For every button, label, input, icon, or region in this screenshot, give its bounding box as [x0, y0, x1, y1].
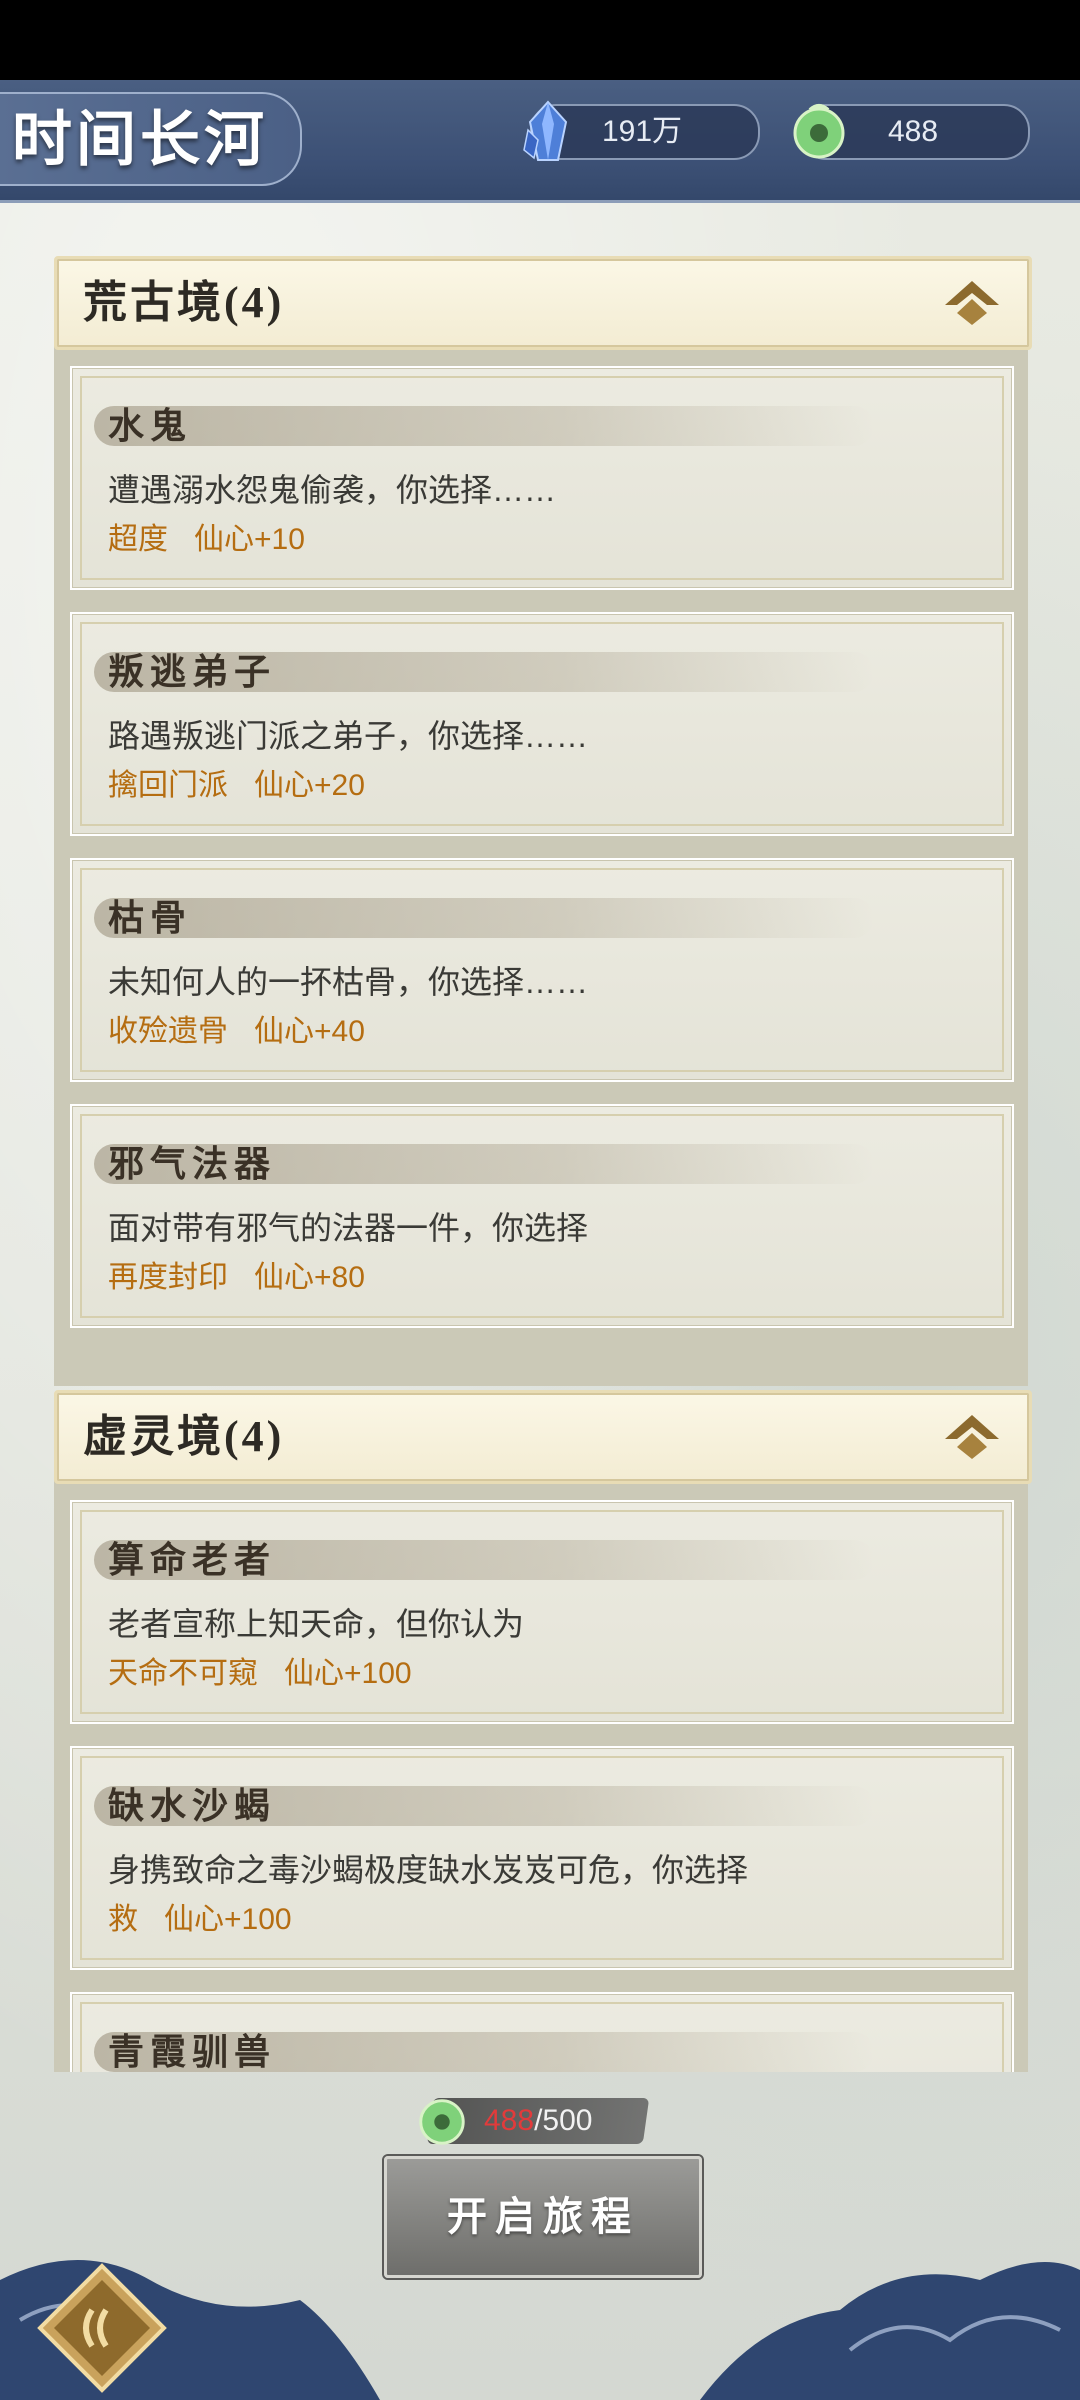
event-card[interactable]: 缺水沙蝎 身携致命之毒沙蝎极度缺水岌岌可危，你选择 救仙心+100: [70, 1746, 1014, 1970]
event-reward-value: 仙心+80: [254, 1261, 365, 1294]
event-action: 超度: [108, 523, 168, 556]
event-reward-value: 仙心+20: [254, 769, 365, 802]
page-title: 时间长河: [12, 107, 268, 173]
event-title: 叛逃弟子: [108, 652, 277, 692]
section-header[interactable]: 荒古境(4): [54, 256, 1032, 350]
event-description: 面对带有邪气的法器一件，你选择: [108, 1210, 589, 1246]
progress-current: 488: [484, 2104, 535, 2137]
jade-resource[interactable]: 488: [793, 104, 1030, 160]
section-header[interactable]: 虚灵境(4): [54, 1390, 1032, 1484]
event-action: 救: [108, 1903, 138, 1936]
event-action: 擒回门派: [108, 769, 228, 802]
crystal-amount: 191万: [602, 115, 683, 148]
event-description: 未知何人的一抔枯骨，你选择……: [108, 964, 589, 1000]
jade-coin-icon: [793, 104, 845, 159]
event-action: 再度封印: [108, 1261, 228, 1294]
jade-amount: 488: [888, 115, 939, 148]
event-reward: 擒回门派 仙心+20: [108, 764, 391, 808]
event-card[interactable]: 邪气法器 面对带有邪气的法器一件，你选择 再度封印 仙心+80: [70, 1104, 1014, 1328]
event-description: 遭遇溺水怨鬼偷袭，你选择……: [108, 472, 557, 508]
event-reward: 天命不可窥 仙心+100: [108, 1652, 438, 1696]
event-reward-value: 仙心+100: [284, 1657, 412, 1690]
event-card[interactable]: 枯骨 未知何人的一抔枯骨，你选择…… 收殓遗骨 仙心+40: [70, 858, 1014, 1082]
event-title: 枯骨: [108, 898, 193, 938]
event-title: 青霞驯兽: [108, 2032, 277, 2072]
event-description: 老者宣称上知天命，但你认为: [108, 1606, 525, 1642]
section-panel: [54, 1396, 1028, 2072]
event-reward: 收殓遗骨 仙心+40: [108, 1010, 391, 1054]
crystal-icon: [523, 100, 568, 161]
event-action: 天命不可窥: [108, 1657, 258, 1690]
event-reward-value: 仙心+100: [164, 1903, 292, 1936]
event-title: 水鬼: [108, 406, 193, 446]
event-card[interactable]: 水鬼 遭遇溺水怨鬼偷袭，你选择…… 超度 仙心+10: [70, 366, 1014, 590]
event-reward: 超度 仙心+10: [108, 518, 331, 562]
jade-coin-icon: [419, 2099, 465, 2145]
event-card[interactable]: 算命老者 老者宣称上知天命，但你认为 天命不可窥 仙心+100: [70, 1500, 1014, 1724]
event-title: 邪气法器: [108, 1144, 277, 1184]
brush-stroke: [94, 898, 874, 938]
brush-stroke: [94, 406, 874, 446]
event-action: 收殓遗骨: [108, 1015, 228, 1048]
return-button[interactable]: [36, 2262, 168, 2394]
collapse-toggle-icon[interactable]: [943, 277, 1001, 329]
event-reward-value: 仙心+10: [194, 523, 305, 556]
start-journey-label: 开启旅程: [447, 2194, 639, 2239]
section-title: 虚灵境(4): [83, 1412, 285, 1461]
event-card[interactable]: 叛逃弟子 路遇叛逃门派之弟子，你选择…… 擒回门派 仙心+20: [70, 612, 1014, 836]
start-journey-button[interactable]: 开启旅程: [384, 2156, 702, 2278]
event-description: 身携致命之毒沙蝎极度缺水岌岌可危，你选择: [108, 1852, 749, 1888]
event-reward-value: 仙心+40: [254, 1015, 365, 1048]
section-title: 荒古境(4): [83, 278, 285, 327]
progress-max: /500: [534, 2104, 593, 2137]
event-title: 缺水沙蝎: [108, 1786, 277, 1826]
event-reward: 再度封印 仙心+80: [108, 1256, 391, 1300]
status-bar: [0, 0, 1080, 80]
progress-counter: 488/500: [484, 2098, 592, 2144]
event-list[interactable]: 荒古境(4) 水鬼 遭遇溺水怨鬼偷袭，你选择…… 超度 仙心+10 叛逃弟子 路遇…: [0, 230, 1080, 2072]
collapse-toggle-icon[interactable]: [943, 1411, 1001, 1463]
event-description: 路遇叛逃门派之弟子，你选择……: [108, 718, 589, 754]
event-reward: 救仙心+100: [108, 1898, 318, 1942]
event-title: 算命老者: [108, 1540, 277, 1580]
event-card[interactable]: 青霞驯兽: [70, 1992, 1014, 2072]
crystal-resource[interactable]: 191万: [523, 100, 760, 161]
